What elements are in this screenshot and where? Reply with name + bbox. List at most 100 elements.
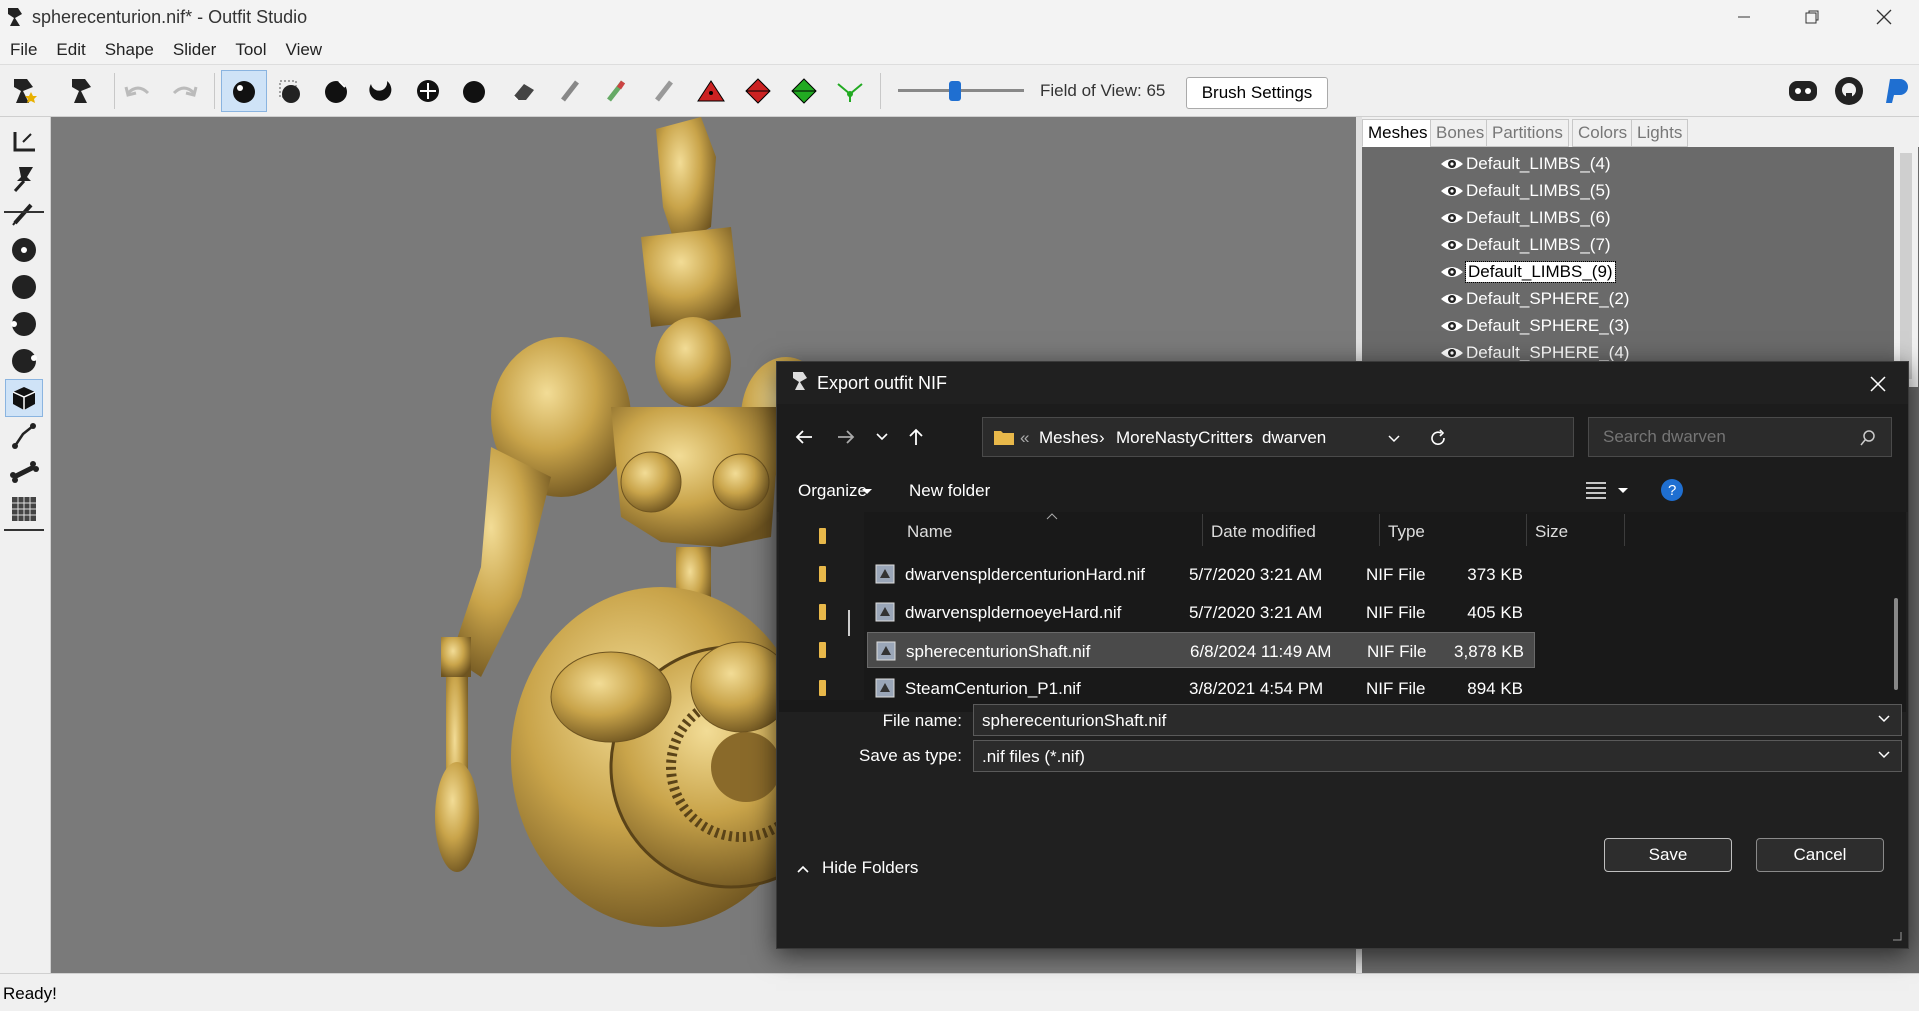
alpha-brush-button[interactable] [646,73,682,109]
breadcrumb-overflow[interactable]: « [1020,428,1029,448]
brush-size-3-button[interactable] [5,305,43,343]
file-list-scrollbar[interactable] [1894,598,1898,690]
bone-tool-button[interactable] [5,453,43,491]
tab-meshes[interactable]: Meshes [1362,119,1434,147]
eye-visibility-icon[interactable] [1440,210,1464,226]
view-options-icon[interactable] [1585,481,1607,499]
new-folder-button[interactable]: New folder [909,481,990,501]
mesh-item[interactable]: Default_LIMBS_(9) [1440,259,1616,285]
cancel-button[interactable]: Cancel [1756,838,1884,872]
file-row[interactable]: spherecenturionShaft.nif 6/8/2024 11:49 A… [867,632,1535,668]
menu-view[interactable]: View [276,34,332,60]
help-icon[interactable]: ? [1660,478,1684,502]
breadcrumb-dwarven[interactable]: dwarven [1262,428,1326,448]
cube-tool-button[interactable] [5,379,43,417]
nav-folder-icon[interactable] [819,528,826,544]
eye-visibility-icon[interactable] [1440,291,1464,307]
forward-button[interactable] [831,424,861,450]
inflate-brush-button[interactable] [318,73,354,109]
minimize-button[interactable] [1716,0,1772,34]
redo-button[interactable] [166,73,202,109]
chevron-down-icon[interactable] [1877,712,1891,726]
tab-lights[interactable]: Lights [1631,119,1689,147]
vertex-edit-tool-button[interactable] [5,195,43,233]
file-row[interactable]: dwarvenspldercenturionHard.nif 5/7/2020 3… [867,556,1535,592]
mesh-list-scrollbar[interactable] [1894,147,1918,387]
organize-button[interactable]: Organize [798,481,867,501]
menu-file[interactable]: File [0,34,46,60]
file-row[interactable]: dwarvenspldernoeyeHard.nif 5/7/2020 3:21 … [867,594,1535,630]
chevron-down-icon[interactable] [1617,486,1629,496]
tab-colors[interactable]: Colors [1572,119,1634,147]
brush-size-1-button[interactable] [5,231,43,269]
column-size[interactable]: Size [1535,522,1568,542]
brush-size-4-button[interactable] [5,342,43,380]
menu-slider[interactable]: Slider [163,34,225,60]
column-date-modified[interactable]: Date modified [1211,522,1316,542]
back-button[interactable] [789,424,819,450]
column-name[interactable]: Name [907,522,952,542]
breadcrumb-morenastycritters[interactable]: MoreNastyCritters [1116,428,1253,448]
collapse-vertex-button[interactable] [693,73,729,109]
move-vertex-button[interactable] [832,73,868,109]
save-as-type-select[interactable]: .nif files (*.nif) [973,740,1902,772]
patreon-button[interactable] [1876,73,1914,109]
move-brush-button[interactable] [410,73,446,109]
mesh-item[interactable]: Default_LIMBS_(4) [1440,151,1611,177]
undiff-brush-button[interactable] [506,73,542,109]
open-project-button[interactable] [64,73,100,109]
smooth-brush-button[interactable] [456,73,492,109]
menu-tool[interactable]: Tool [225,34,275,60]
resize-grip-icon[interactable] [1891,930,1903,942]
search-input[interactable] [1601,426,1855,448]
refresh-icon[interactable] [1429,429,1447,447]
pivot-tool-button[interactable] [5,159,43,197]
eye-visibility-icon[interactable] [1440,237,1464,253]
eye-visibility-icon[interactable] [1440,318,1464,334]
chevron-down-icon[interactable] [1877,748,1891,762]
grid-tool-button[interactable] [5,490,43,528]
up-button[interactable] [901,424,931,450]
split-edge-button[interactable] [786,73,822,109]
chevron-up-icon[interactable] [796,864,810,874]
file-name-field[interactable]: spherecenturionShaft.nif [973,704,1902,736]
mesh-item[interactable]: Default_SPHERE_(2) [1440,286,1629,312]
menu-shape[interactable]: Shape [95,34,163,60]
discord-button[interactable] [1784,73,1822,109]
mesh-item[interactable]: Default_LIMBS_(7) [1440,232,1611,258]
menu-edit[interactable]: Edit [46,34,94,60]
recent-locations-button[interactable] [867,424,897,450]
eye-visibility-icon[interactable] [1440,156,1464,172]
chevron-down-icon[interactable] [1387,434,1401,444]
mesh-item[interactable]: Default_SPHERE_(3) [1440,313,1629,339]
nav-folder-icon[interactable] [819,642,826,658]
mesh-item[interactable]: Default_LIMBS_(5) [1440,178,1611,204]
address-bar[interactable]: « Meshes › MoreNastyCritters › dwarven [982,417,1574,457]
file-row[interactable]: SteamCenturion_P1.nif 3/8/2021 4:54 PM NIF… [867,670,1535,706]
breadcrumb-meshes[interactable]: Meshes [1039,428,1099,448]
eye-visibility-icon[interactable] [1440,183,1464,199]
select-brush-button[interactable] [221,70,267,112]
deflate-brush-button[interactable] [362,73,398,109]
dialog-close-button[interactable] [1858,366,1898,402]
column-type[interactable]: Type [1388,522,1425,542]
undo-button[interactable] [120,73,156,109]
fov-slider-thumb[interactable] [949,81,962,101]
nav-folder-icon[interactable] [819,566,826,582]
flip-edge-button[interactable] [740,73,776,109]
hide-folders-button[interactable]: Hide Folders [822,858,918,878]
github-button[interactable] [1830,73,1868,109]
nav-folder-icon[interactable] [819,680,826,696]
save-button[interactable]: Save [1604,838,1732,872]
fov-slider[interactable] [898,81,1024,101]
brush-settings-button[interactable]: Brush Settings [1186,77,1328,109]
brush-size-2-button[interactable] [5,268,43,306]
new-project-button[interactable] [6,73,42,109]
transform-tool-button[interactable] [5,123,43,161]
mask-brush-button[interactable] [272,73,308,109]
tab-partitions[interactable]: Partitions [1486,119,1569,147]
tab-bones[interactable]: Bones [1430,119,1491,147]
restore-button[interactable] [1784,0,1840,34]
bone-edit-tool-button[interactable] [5,416,43,454]
mesh-item[interactable]: Default_LIMBS_(6) [1440,205,1611,231]
